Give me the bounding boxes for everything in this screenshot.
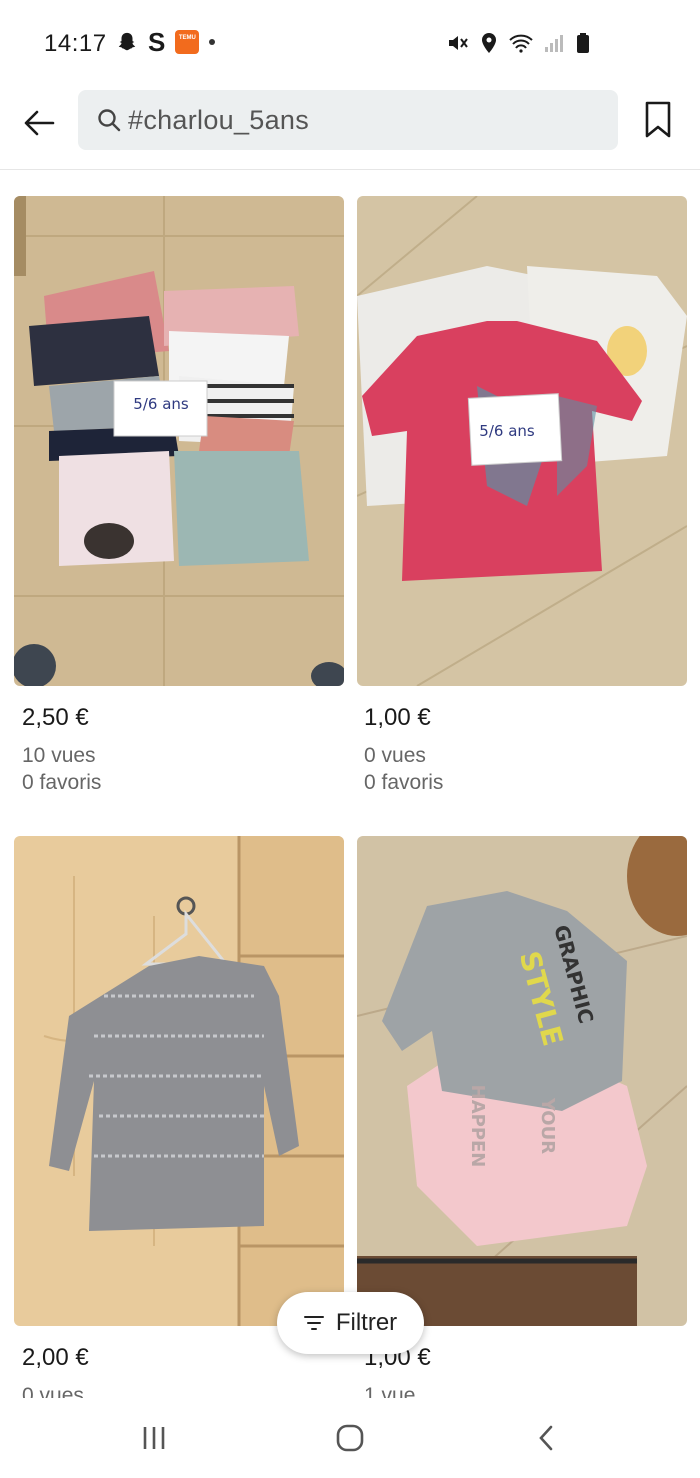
item-photo-4[interactable]: STYLE GRAPHIC HAPPEN YOUR <box>357 836 687 1326</box>
size-sign-text-1: 5/6 ans <box>133 395 189 413</box>
shirt-text-your: YOUR <box>537 1097 558 1154</box>
back-button[interactable] <box>20 104 58 142</box>
shirt-text-happen: HAPPEN <box>467 1085 488 1168</box>
s-app-icon: S <box>148 27 166 57</box>
item-photo-1[interactable]: 5/6 ans <box>14 196 344 686</box>
item-views-2: 0 vues <box>364 744 426 767</box>
status-bar: 14:17 S TEMU <box>0 0 700 84</box>
item-card-2[interactable]: 5/6 ans <box>357 196 687 686</box>
search-query: #charlou_5ans <box>128 104 310 135</box>
search-icon <box>98 109 121 132</box>
item-price-3: 2,00 € <box>22 1344 89 1371</box>
item-favorites-2: 0 favoris <box>364 771 444 794</box>
item-views-3: 0 vues <box>22 1384 84 1398</box>
item-price-2: 1,00 € <box>364 704 431 731</box>
item-price-1: 2,50 € <box>22 704 89 731</box>
filter-button[interactable]: Filtrer <box>277 1292 424 1354</box>
temu-icon: TEMU <box>175 30 200 54</box>
graphic-tees-photo: STYLE GRAPHIC HAPPEN YOUR <box>357 836 687 1326</box>
filter-icon <box>303 1316 324 1330</box>
save-search-button[interactable] <box>638 98 678 142</box>
chevron-left-icon <box>539 1425 553 1451</box>
recent-apps-button[interactable] <box>132 1420 176 1456</box>
snapchat-icon <box>118 32 136 51</box>
sweater-photo <box>14 836 344 1326</box>
back-nav-button[interactable] <box>524 1420 568 1456</box>
arrow-left-icon <box>24 110 55 136</box>
mute-icon <box>449 36 468 50</box>
clothes-pile-photo: 5/6 ans <box>14 196 344 686</box>
battery-icon <box>577 33 589 53</box>
item-views-1: 10 vues <box>22 744 96 767</box>
item-photo-2[interactable]: 5/6 ans <box>357 196 687 686</box>
item-favorites-1: 0 favoris <box>22 771 102 794</box>
item-card-1[interactable]: 5/6 ans <box>14 196 344 686</box>
search-input[interactable]: #charlou_5ans <box>78 90 618 150</box>
bookmark-icon <box>645 101 671 138</box>
wifi-icon <box>509 34 533 53</box>
signal-icon <box>545 35 563 52</box>
status-time: 14:17 <box>44 30 107 57</box>
more-notifications-dot <box>209 39 216 45</box>
filter-label: Filtrer <box>335 1309 398 1336</box>
item-card-4[interactable]: STYLE GRAPHIC HAPPEN YOUR <box>357 836 687 1326</box>
search-header: #charlou_5ans <box>0 84 700 170</box>
size-sign-text-2: 5/6 ans <box>479 422 535 440</box>
item-views-4: 1 vue <box>364 1384 416 1398</box>
recent-apps-icon <box>143 1427 165 1449</box>
system-nav-bar <box>0 1398 700 1478</box>
item-card-3[interactable] <box>14 836 344 1326</box>
temu-label: TEMU <box>178 35 196 41</box>
tshirts-photo: 5/6 ans <box>357 196 687 686</box>
notification-icons: S TEMU <box>116 27 216 57</box>
item-photo-3[interactable] <box>14 836 344 1326</box>
system-icons <box>446 32 590 54</box>
home-button[interactable] <box>328 1420 372 1456</box>
location-icon <box>482 33 496 53</box>
home-icon <box>336 1424 364 1452</box>
